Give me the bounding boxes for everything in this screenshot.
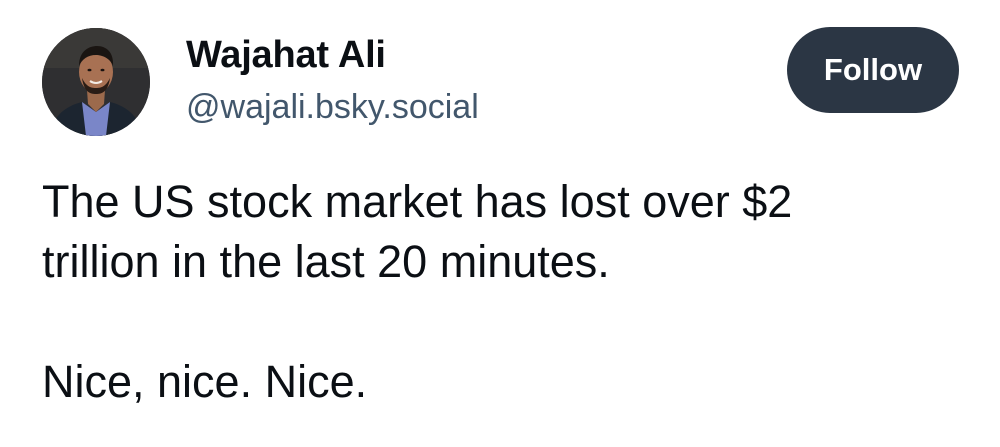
post-card: Wajahat Ali @wajali.bsky.social Follow T… <box>0 0 1000 447</box>
post-text-line: trillion in the last 20 minutes. <box>42 236 610 287</box>
author-handle[interactable]: @wajali.bsky.social <box>186 88 479 127</box>
avatar-portrait-image <box>42 28 150 136</box>
post-text-line: Nice, nice. Nice. <box>42 356 368 407</box>
follow-button[interactable]: Follow <box>787 27 959 113</box>
post-text-line: The US stock market has lost over $2 <box>42 176 793 227</box>
author-display-name[interactable]: Wajahat Ali <box>186 34 386 77</box>
author-avatar[interactable] <box>42 28 150 136</box>
post-text: The US stock market has lost over $2 tri… <box>42 172 972 412</box>
